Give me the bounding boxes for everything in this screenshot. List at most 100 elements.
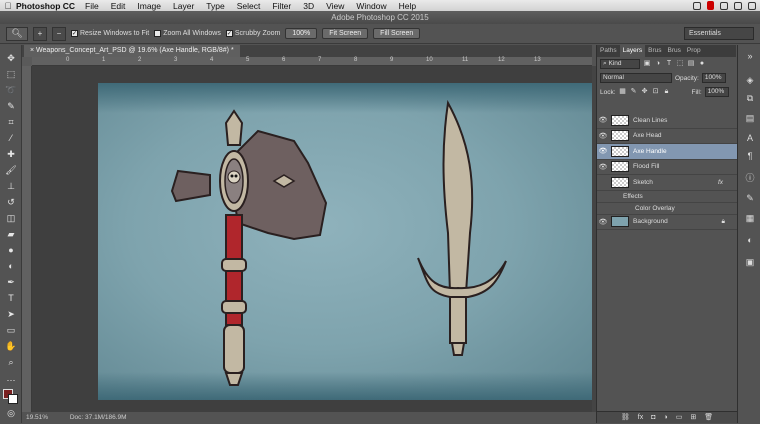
history-brush-tool-icon[interactable]: ↺ [4,197,18,209]
menubar-list-icon[interactable] [748,1,756,10]
resize-windows-checkbox[interactable]: ✓ Resize Windows to Fit [71,30,149,37]
filter-shape-icon[interactable]: ⬚ [676,60,684,68]
menubar-wifi-icon[interactable] [734,1,742,10]
zoom-level[interactable]: 19.51% [26,414,48,421]
blur-tool-icon[interactable]: ● [4,245,18,257]
tab-properties[interactable]: Prop [684,45,704,57]
fx-icon[interactable]: fx [718,179,723,186]
menu-3d[interactable]: 3D [303,1,314,11]
menu-select[interactable]: Select [237,1,261,11]
history-panel-icon[interactable]: ▤ [744,113,756,124]
collapse-icon[interactable]: » [744,51,756,62]
menu-layer[interactable]: Layer [173,1,194,11]
filter-kind-select[interactable]: ⌕ Kind [600,59,640,69]
menu-view[interactable]: View [326,1,344,11]
zoom-tool-icon[interactable]: 🔍︎ [6,26,28,41]
horizontal-ruler[interactable]: 0 1 2 3 4 5 6 7 8 9 10 11 12 13 [32,57,592,66]
filter-type-icon[interactable]: T [665,60,673,68]
eye-icon[interactable]: 👁︎ [597,218,609,226]
zoom-icon[interactable]: ⌕ [4,357,18,369]
shape-tool-icon[interactable]: ▭ [4,325,18,337]
layers-panel-icon[interactable]: ◈ [744,75,756,86]
quick-mask-icon[interactable]: ◎ [4,408,18,420]
apple-icon[interactable]:  [0,1,16,11]
eye-icon[interactable]: 👁︎ [597,163,609,171]
filter-smart-icon[interactable]: ▤ [687,60,695,68]
layer-color-overlay[interactable]: Color Overlay [597,203,737,215]
layer-background[interactable]: 👁︎ Background 🔒︎ [597,215,737,230]
menu-window[interactable]: Window [356,1,386,11]
lock-transparent-icon[interactable]: ▦ [619,88,627,96]
layer-effects[interactable]: Effects [597,191,737,203]
layer-clean-lines[interactable]: 👁︎ Clean Lines [597,113,737,129]
zoom-in-button[interactable]: + [33,26,47,41]
move-tool-icon[interactable]: ✥ [4,53,18,65]
path-select-tool-icon[interactable]: ➤ [4,309,18,321]
brush-tool-icon[interactable]: 🖌︎ [4,165,18,177]
edit-toolbar-icon[interactable]: ⋯ [4,375,18,387]
layer-axe-head[interactable]: 👁︎ Axe Head [597,129,737,144]
lock-artboard-icon[interactable]: ⊡ [652,88,660,96]
tab-brush-presets[interactable]: Brus [665,45,684,57]
fill-input[interactable]: 100% [704,87,729,97]
adjustments-panel-icon[interactable]: ◐ [744,235,756,246]
doc-size[interactable]: Doc: 37.1M/186.9M [70,414,127,421]
eye-icon[interactable]: 👁︎ [597,116,609,124]
fx-icon[interactable]: fx [638,412,643,423]
eyedropper-tool-icon[interactable]: ⁄ [4,133,18,145]
pen-tool-icon[interactable]: ✒ [4,277,18,289]
layer-sketch[interactable]: Sketch fx [597,175,737,191]
type-tool-icon[interactable]: T [4,293,18,305]
workspace-select[interactable]: Essentials [684,27,754,40]
menubar-red-icon[interactable] [707,1,714,10]
scrubby-zoom-checkbox[interactable]: ✓ Scrubby Zoom [225,30,280,37]
new-layer-icon[interactable]: ⊞ [690,412,696,423]
eraser-tool-icon[interactable]: ◫ [4,213,18,225]
quick-select-tool-icon[interactable]: ✎ [4,101,18,113]
stamp-tool-icon[interactable]: ⊥ [4,181,18,193]
document-tab[interactable]: × Weapons_Concept_Art_PSD @ 19.6% (Axe H… [24,45,240,57]
tab-brush[interactable]: Brus [645,45,664,57]
fill-screen-button[interactable]: Fill Screen [373,28,421,39]
brush-panel-icon[interactable]: ✎ [744,193,756,204]
menubar-cc-icon[interactable] [720,1,728,10]
tab-paths[interactable]: Paths [597,45,620,57]
mask-icon[interactable]: ◘ [651,412,655,423]
group-icon[interactable]: ▭ [676,412,683,423]
filter-toggle-icon[interactable]: ● [698,60,706,68]
gradient-tool-icon[interactable]: ▰ [4,229,18,241]
channels-panel-icon[interactable]: ⧉ [744,93,756,104]
link-icon[interactable]: ⛓︎ [621,412,630,423]
app-menu[interactable]: Photoshop CC [16,1,75,11]
menu-image[interactable]: Image [137,1,161,11]
blend-mode-select[interactable]: Normal [600,73,672,83]
trash-icon[interactable]: 🗑︎ [704,412,713,423]
lock-move-icon[interactable]: ✥ [641,88,649,96]
layer-flood-fill[interactable]: 👁︎ Flood Fill [597,160,737,175]
marquee-tool-icon[interactable]: ⬚ [4,69,18,81]
lasso-tool-icon[interactable]: ➰ [4,85,18,97]
background-color-swatch[interactable] [8,394,18,404]
crop-tool-icon[interactable]: ⌗ [4,117,18,129]
hand-tool-icon[interactable]: ✋ [4,341,18,353]
zoom-out-button[interactable]: − [52,26,66,41]
zoom-all-windows-checkbox[interactable]: Zoom All Windows [154,30,221,37]
zoom-100-button[interactable]: 100% [285,28,318,39]
menu-file[interactable]: File [85,1,99,11]
tab-layers[interactable]: Layers [619,45,646,57]
filter-pixel-icon[interactable]: ▣ [643,60,651,68]
filter-adjust-icon[interactable]: ◑ [654,60,662,68]
document-canvas[interactable] [98,83,592,400]
lock-paint-icon[interactable]: ✎ [630,88,638,96]
dodge-tool-icon[interactable]: ◐ [4,261,18,273]
canvas-workspace[interactable] [32,66,592,412]
adjustment-icon[interactable]: ◑ [663,412,667,423]
styles-panel-icon[interactable]: ▣ [744,257,756,268]
layer-axe-handle[interactable]: 👁︎ Axe Handle [597,144,737,160]
vertical-ruler[interactable] [22,66,32,412]
menubar-status-icon[interactable] [693,1,701,10]
opacity-input[interactable]: 100% [701,73,726,83]
lock-all-icon[interactable]: 🔒︎ [663,88,671,96]
menu-filter[interactable]: Filter [272,1,291,11]
info-panel-icon[interactable]: ⓘ [744,171,756,183]
